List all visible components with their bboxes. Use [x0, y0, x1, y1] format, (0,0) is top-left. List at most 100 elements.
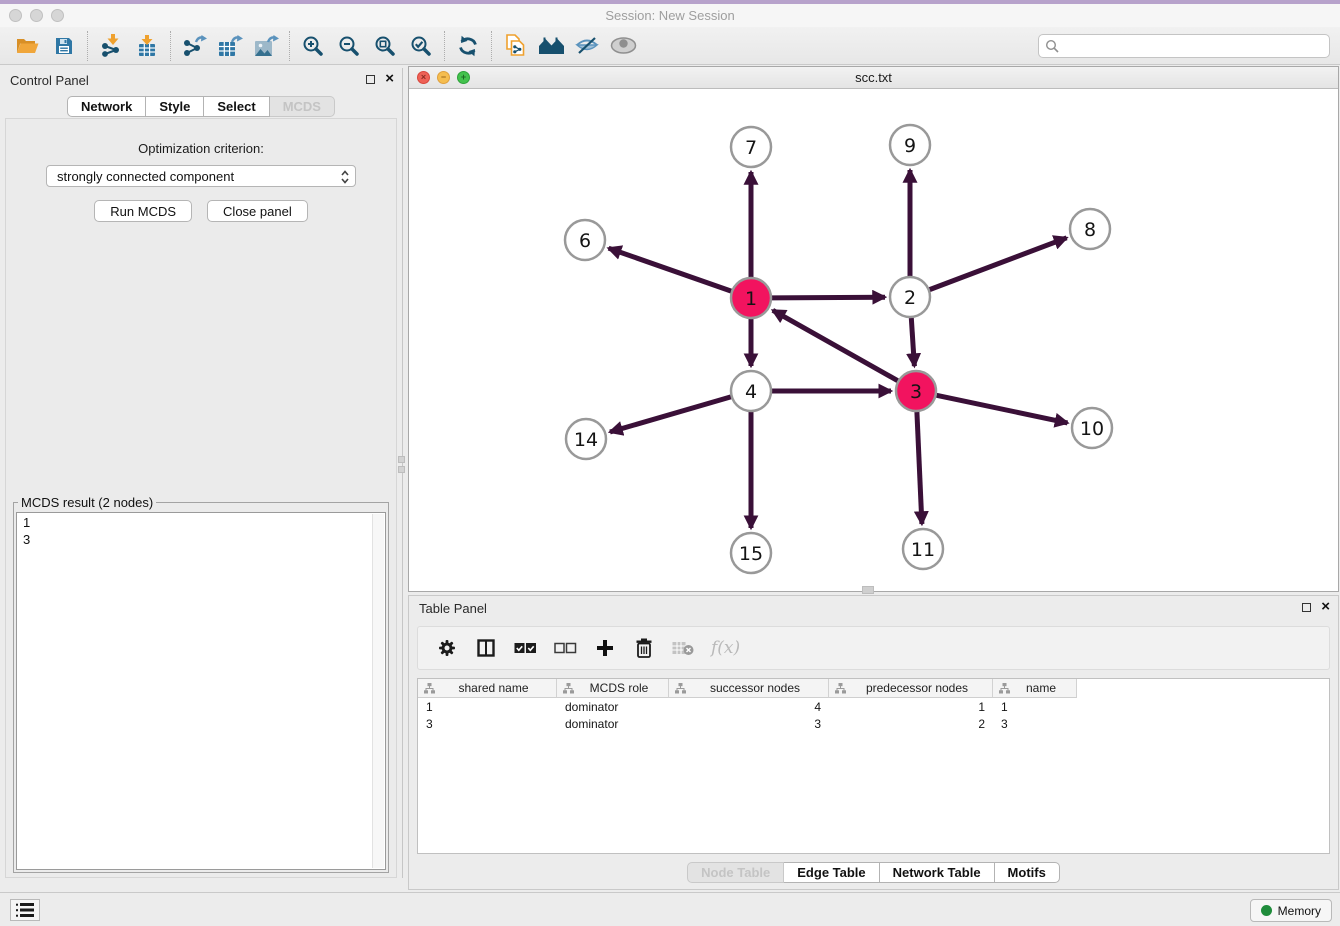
first-neighbors-button[interactable] [533, 30, 569, 62]
memory-button[interactable]: Memory [1250, 899, 1332, 922]
column-header-shared-name[interactable]: shared name [418, 679, 557, 698]
tab-select[interactable]: Select [204, 96, 269, 117]
table-row[interactable]: 1dominator411 [418, 699, 1329, 715]
zoom-in-button[interactable] [295, 30, 331, 62]
export-network-button[interactable] [176, 30, 212, 62]
graph-node-1[interactable]: 1 [731, 278, 771, 318]
graph-node-6[interactable]: 6 [565, 220, 605, 260]
svg-text:11: 11 [911, 539, 935, 561]
close-panel-button[interactable]: Close panel [207, 200, 308, 222]
optimization-criterion-select[interactable]: strongly connected component [46, 165, 356, 187]
export-table-button[interactable] [212, 30, 248, 62]
panel-splitter-handle[interactable] [397, 452, 405, 476]
run-mcds-button[interactable]: Run MCDS [94, 200, 192, 222]
delete-table-button[interactable] [672, 640, 694, 656]
apply-function-button[interactable]: f(x) [711, 638, 740, 658]
close-window-button[interactable] [9, 9, 22, 22]
tab-network-table[interactable]: Network Table [880, 862, 995, 883]
node-table: shared nameMCDS rolesuccessor nodesprede… [417, 678, 1330, 854]
zoom-fit-button[interactable] [367, 30, 403, 62]
toolbar-separator [289, 31, 290, 61]
titlebar[interactable]: Session: New Session [0, 4, 1340, 27]
graph-node-7[interactable]: 7 [731, 127, 771, 167]
graph-node-8[interactable]: 8 [1070, 209, 1110, 249]
window-resize-handle[interactable] [862, 586, 874, 594]
export-table-icon [218, 35, 243, 57]
cell-MCDS-role: dominator [557, 717, 669, 731]
refresh-view-button[interactable] [450, 30, 486, 62]
cell-successor-nodes: 4 [669, 700, 829, 714]
close-panel-icon[interactable]: × [385, 73, 394, 85]
search-icon [1045, 39, 1059, 53]
cell-name: 3 [993, 717, 1077, 731]
add-column-button[interactable] [594, 639, 616, 657]
graph-node-11[interactable]: 11 [903, 529, 943, 569]
graph-node-2[interactable]: 2 [890, 277, 930, 317]
zoom-out-button[interactable] [331, 30, 367, 62]
edge-3-10[interactable] [937, 395, 1068, 423]
minimize-window-button[interactable] [30, 9, 43, 22]
task-history-button[interactable] [10, 899, 40, 921]
maximize-network-button[interactable]: + [457, 71, 470, 84]
graph-node-9[interactable]: 9 [890, 125, 930, 165]
column-type-icon [675, 683, 686, 694]
column-header-MCDS-role[interactable]: MCDS role [557, 679, 669, 698]
edge-2-3[interactable] [911, 318, 914, 366]
toolbar-separator [170, 31, 171, 61]
tab-network[interactable]: Network [67, 96, 146, 117]
export-image-button[interactable] [248, 30, 284, 62]
search-box[interactable] [1038, 34, 1330, 58]
toolbar-separator [491, 31, 492, 61]
minimize-network-button[interactable]: − [437, 71, 450, 84]
tab-node-table[interactable]: Node Table [687, 862, 784, 883]
zoom-selected-icon [410, 35, 432, 57]
network-window-titlebar[interactable]: × − + scc.txt [409, 67, 1338, 89]
mcds-result-text[interactable]: 1 3 [16, 512, 386, 870]
delete-column-button[interactable] [633, 638, 655, 658]
close-network-button[interactable]: × [417, 71, 430, 84]
svg-text:6: 6 [579, 230, 591, 252]
edge-1-6[interactable] [609, 248, 732, 291]
deselect-all-button[interactable] [554, 642, 577, 654]
select-all-button[interactable] [514, 642, 537, 654]
gear-icon [437, 638, 457, 658]
zoom-selected-button[interactable] [403, 30, 439, 62]
graph-node-3[interactable]: 3 [896, 371, 936, 411]
import-network-button[interactable] [93, 30, 129, 62]
graph-node-4[interactable]: 4 [731, 371, 771, 411]
result-scrollbar[interactable] [372, 514, 384, 868]
edge-2-8[interactable] [930, 238, 1067, 290]
clone-network-button[interactable] [497, 30, 533, 62]
column-header-successor-nodes[interactable]: successor nodes [669, 679, 829, 698]
table-row[interactable]: 3dominator323 [418, 716, 1329, 732]
save-session-button[interactable] [46, 30, 82, 62]
column-header-name[interactable]: name [993, 679, 1077, 698]
float-table-panel-icon[interactable] [1302, 603, 1311, 612]
show-all-button[interactable] [605, 30, 641, 62]
svg-text:9: 9 [904, 135, 916, 157]
tab-mcds[interactable]: MCDS [270, 96, 335, 117]
graph-node-10[interactable]: 10 [1072, 408, 1112, 448]
float-panel-icon[interactable] [366, 75, 375, 84]
plus-icon [596, 639, 614, 657]
search-input[interactable] [1063, 38, 1323, 53]
svg-text:8: 8 [1084, 219, 1096, 241]
maximize-window-button[interactable] [51, 9, 64, 22]
edge-3-11[interactable] [917, 412, 922, 524]
close-table-panel-icon[interactable]: × [1321, 601, 1330, 613]
tab-motifs[interactable]: Motifs [995, 862, 1060, 883]
edge-1-2[interactable] [772, 297, 885, 298]
edge-3-1[interactable] [773, 310, 898, 380]
network-graph-canvas[interactable]: 7 9 6 8 1 2 4 3 14 10 15 11 [409, 89, 1338, 591]
import-table-button[interactable] [129, 30, 165, 62]
tab-style[interactable]: Style [146, 96, 204, 117]
edge-4-14[interactable] [610, 397, 731, 432]
open-session-button[interactable] [10, 30, 46, 62]
graph-node-15[interactable]: 15 [731, 533, 771, 573]
column-header-predecessor-nodes[interactable]: predecessor nodes [829, 679, 993, 698]
show-columns-button[interactable] [475, 639, 497, 657]
hide-selected-button[interactable] [569, 30, 605, 62]
graph-node-14[interactable]: 14 [566, 419, 606, 459]
tab-edge-table[interactable]: Edge Table [784, 862, 879, 883]
table-settings-button[interactable] [436, 638, 458, 658]
